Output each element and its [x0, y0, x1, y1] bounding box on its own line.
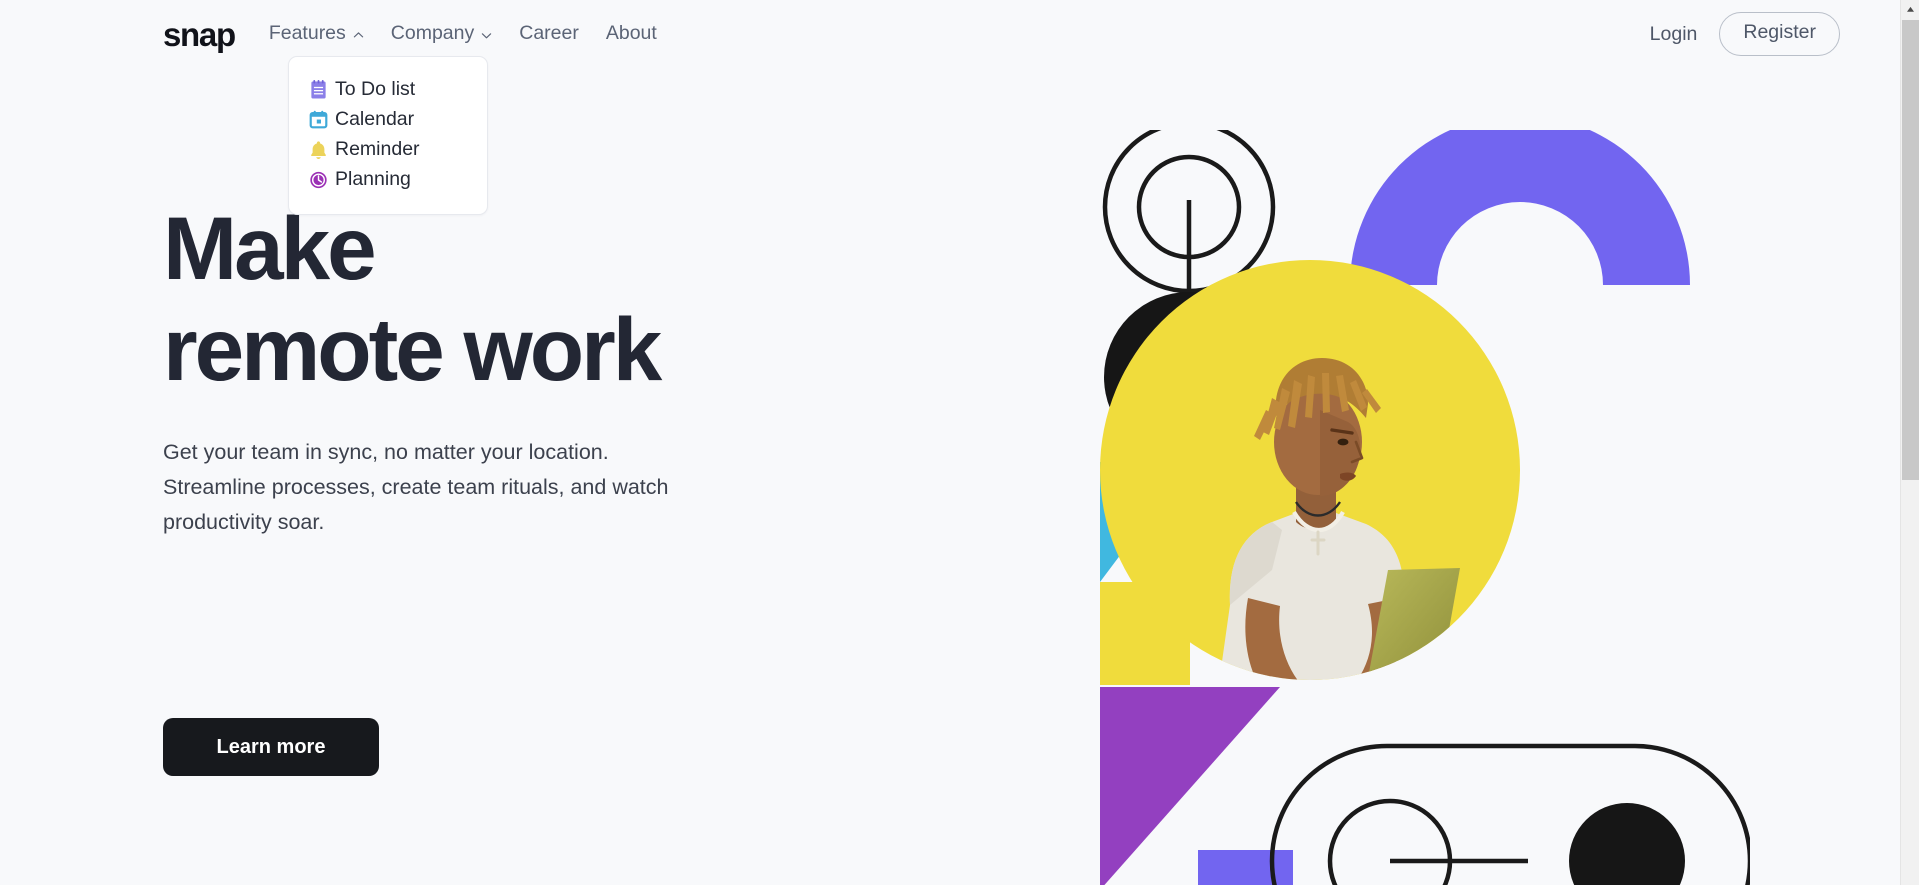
nav-item-features[interactable]: Features: [269, 24, 364, 44]
nav-item-about-label: About: [605, 22, 657, 45]
login-link[interactable]: Login: [1646, 17, 1702, 52]
hero-subtext: Get your team in sync, no matter your lo…: [163, 439, 669, 535]
nav-item-about[interactable]: About: [606, 24, 657, 44]
nav-item-company[interactable]: Company: [391, 24, 492, 44]
learn-more-button[interactable]: Learn more: [163, 718, 379, 776]
nav-auth-group: Login Register: [1646, 12, 1840, 56]
scrollbar-thumb[interactable]: [1902, 20, 1919, 480]
nav-item-career[interactable]: Career: [519, 24, 579, 44]
dropdown-item-to-do-list[interactable]: To Do list: [289, 75, 487, 105]
outline-circle-bottom-left: [1327, 798, 1453, 885]
hero-text-block: Make remote work Get your team in sync, …: [163, 198, 883, 541]
bell-icon: [309, 140, 328, 160]
chevron-up-icon: [353, 30, 364, 41]
chevron-down-icon: [481, 30, 492, 41]
nav-links: Features Company Career About: [269, 24, 657, 44]
calendar-icon: [309, 110, 328, 130]
blue-bar: [1198, 850, 1293, 885]
scroll-up-arrow-icon[interactable]: [1901, 0, 1919, 19]
brand-logo[interactable]: snap: [163, 18, 236, 51]
nav-item-company-label: Company: [390, 22, 475, 45]
dropdown-item-to-do-list-label: To Do list: [335, 78, 416, 101]
register-button[interactable]: Register: [1719, 12, 1840, 56]
clock-icon: [309, 170, 328, 190]
dropdown-item-planning[interactable]: Planning: [289, 165, 487, 195]
black-dot-bottom-right: [1569, 803, 1685, 885]
illustration-canvas: [1100, 130, 1750, 885]
nav-item-career-label: Career: [519, 22, 579, 45]
features-dropdown-menu: To Do list Calendar Reminder Planning: [288, 56, 488, 215]
dropdown-item-calendar[interactable]: Calendar: [289, 105, 487, 135]
dropdown-item-planning-label: Planning: [335, 168, 411, 191]
dropdown-item-calendar-label: Calendar: [335, 108, 415, 131]
notepad-icon: [309, 80, 328, 100]
dropdown-item-reminder[interactable]: Reminder: [289, 135, 487, 165]
hero-illustration: [1100, 130, 1750, 885]
top-navbar: snap Features Company Career About Login…: [0, 0, 1900, 68]
dropdown-item-reminder-label: Reminder: [335, 138, 420, 161]
page-title: Make remote work: [163, 198, 662, 400]
nav-item-features-label: Features: [268, 22, 346, 45]
purple-half-donut-arc: [1350, 130, 1690, 285]
vertical-scrollbar[interactable]: [1900, 0, 1919, 885]
page-root: snap Features Company Career About Login…: [0, 0, 1919, 885]
